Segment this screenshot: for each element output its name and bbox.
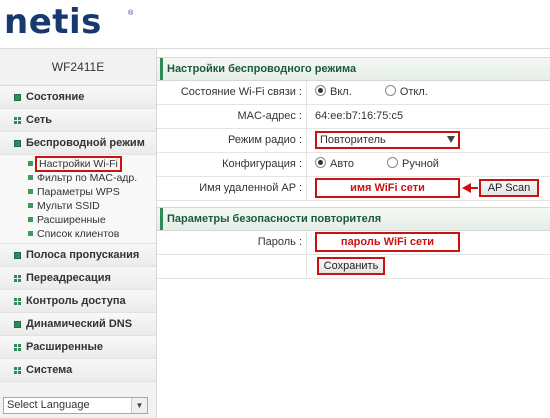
grid-bullet-icon (14, 367, 21, 374)
password-row: Пароль : пароль WiFi сети (157, 231, 550, 255)
radio-mode-row: Режим радио : Повторитель (157, 129, 550, 153)
field-label: Состояние Wi-Fi связи : (157, 81, 307, 104)
subnav-advanced[interactable]: Расширенные (0, 213, 156, 227)
ap-scan-button[interactable]: AP Scan (479, 179, 539, 197)
field-label: Конфигурация : (157, 153, 307, 176)
remote-ap-row: Имя удаленной AP : имя WiFi сети AP Scan (157, 177, 550, 201)
wifi-status-radios: Вкл. Откл. (315, 81, 428, 104)
subnav-label: Настройки Wi-Fi (35, 156, 122, 172)
nav-label: Контроль доступа (26, 295, 126, 307)
model-name: WF2411E (0, 49, 156, 86)
password-input[interactable]: пароль WiFi сети (315, 232, 460, 252)
square-bullet-icon (14, 252, 21, 259)
config-row: Конфигурация : Авто Ручной (157, 153, 550, 177)
field-label: MAC-адрес : (157, 105, 307, 128)
language-value: Select Language (7, 399, 90, 411)
grid-bullet-icon (14, 344, 21, 351)
registered-mark: ® (128, 10, 134, 17)
nav-item-network[interactable]: Сеть (0, 109, 156, 132)
arrow-shaft (470, 187, 478, 189)
subnav-label: Фильтр по MAC-адр. (37, 172, 138, 184)
nav-item-bandwidth[interactable]: Полоса пропускания (0, 244, 156, 267)
square-bullet-icon (14, 140, 21, 147)
sub-bullet-icon (28, 203, 33, 208)
radio-label: Откл. (399, 86, 428, 98)
language-select[interactable]: Select Language ▼ (3, 397, 148, 414)
chevron-down-icon (447, 136, 455, 143)
wifi-off-radio[interactable] (384, 85, 396, 96)
subnav-label: Мульти SSID (37, 200, 100, 212)
nav-label: Система (26, 364, 73, 376)
field-label: Режим радио : (157, 129, 307, 152)
subnav-label: Параметры WPS (37, 186, 120, 198)
wifi-on-radio[interactable] (315, 85, 326, 96)
nav-label: Переадресация (26, 272, 111, 284)
nav-label: Состояние (26, 91, 85, 103)
subnav-label: Расширенные (37, 214, 106, 226)
sidebar: WF2411E Состояние Сеть Беспроводной режи… (0, 49, 157, 418)
nav-item-wireless[interactable]: Беспроводной режим (0, 132, 156, 155)
nav-item-advanced[interactable]: Расширенные (0, 336, 156, 359)
nav-label: Сеть (26, 114, 53, 126)
config-auto-radio[interactable] (315, 157, 326, 168)
field-label: Пароль : (157, 231, 307, 254)
sub-bullet-icon (28, 175, 33, 180)
wireless-section-title: Настройки беспроводного режима (157, 57, 550, 81)
radio-label: Авто (330, 158, 354, 170)
square-bullet-icon (14, 321, 21, 328)
wireless-submenu: Настройки Wi-Fi Фильтр по MAC-адр. Парам… (0, 155, 156, 244)
radio-mode-select[interactable]: Повторитель (315, 131, 460, 149)
grid-bullet-icon (14, 275, 21, 282)
radio-label: Ручной (402, 158, 439, 170)
config-manual-radio[interactable] (387, 157, 399, 168)
grid-bullet-icon (14, 298, 21, 305)
save-row: Сохранить (157, 255, 550, 279)
nav-label: Динамический DNS (26, 318, 133, 330)
field-label: Имя удаленной AP : (157, 177, 307, 200)
nav-item-ddns[interactable]: Динамический DNS (0, 313, 156, 336)
security-section-title: Параметры безопасности повторителя (157, 207, 550, 231)
radio-label: Вкл. (330, 86, 352, 98)
main-panel: Настройки беспроводного режима Состояние… (157, 49, 550, 418)
subnav-wifi-settings[interactable]: Настройки Wi-Fi (0, 156, 156, 172)
mac-row: MAC-адрес : 64:ee:b7:16:75:c5 (157, 105, 550, 129)
sub-bullet-icon (28, 217, 33, 222)
subnav-wps[interactable]: Параметры WPS (0, 185, 156, 199)
nav-item-access-control[interactable]: Контроль доступа (0, 290, 156, 313)
nav-item-system[interactable]: Система (0, 359, 156, 382)
subnav-multi-ssid[interactable]: Мульти SSID (0, 199, 156, 213)
sub-bullet-icon (28, 231, 33, 236)
grid-bullet-icon (14, 117, 21, 124)
nav-item-forwarding[interactable]: Переадресация (0, 267, 156, 290)
empty-label-cell (157, 255, 307, 278)
nav-label: Расширенные (26, 341, 103, 353)
wifi-status-row: Состояние Wi-Fi связи : Вкл. Откл. (157, 81, 550, 105)
nav-label: Беспроводной режим (26, 137, 145, 149)
chevron-down-icon: ▼ (131, 398, 147, 413)
remote-ap-input[interactable]: имя WiFi сети (315, 178, 460, 198)
sub-bullet-icon (28, 161, 33, 166)
mac-value: 64:ee:b7:16:75:c5 (315, 110, 404, 122)
nav-label: Полоса пропускания (26, 249, 140, 261)
square-bullet-icon (14, 94, 21, 101)
subnav-mac-filter[interactable]: Фильтр по MAC-адр. (0, 171, 156, 185)
subnav-client-list[interactable]: Список клиентов (0, 227, 156, 241)
netis-logo: netis (4, 2, 102, 42)
save-button[interactable]: Сохранить (317, 257, 385, 275)
sub-bullet-icon (28, 189, 33, 194)
select-value: Повторитель (320, 134, 386, 146)
config-radios: Авто Ручной (315, 153, 439, 176)
nav-item-status[interactable]: Состояние (0, 86, 156, 109)
subnav-label: Список клиентов (37, 228, 120, 240)
